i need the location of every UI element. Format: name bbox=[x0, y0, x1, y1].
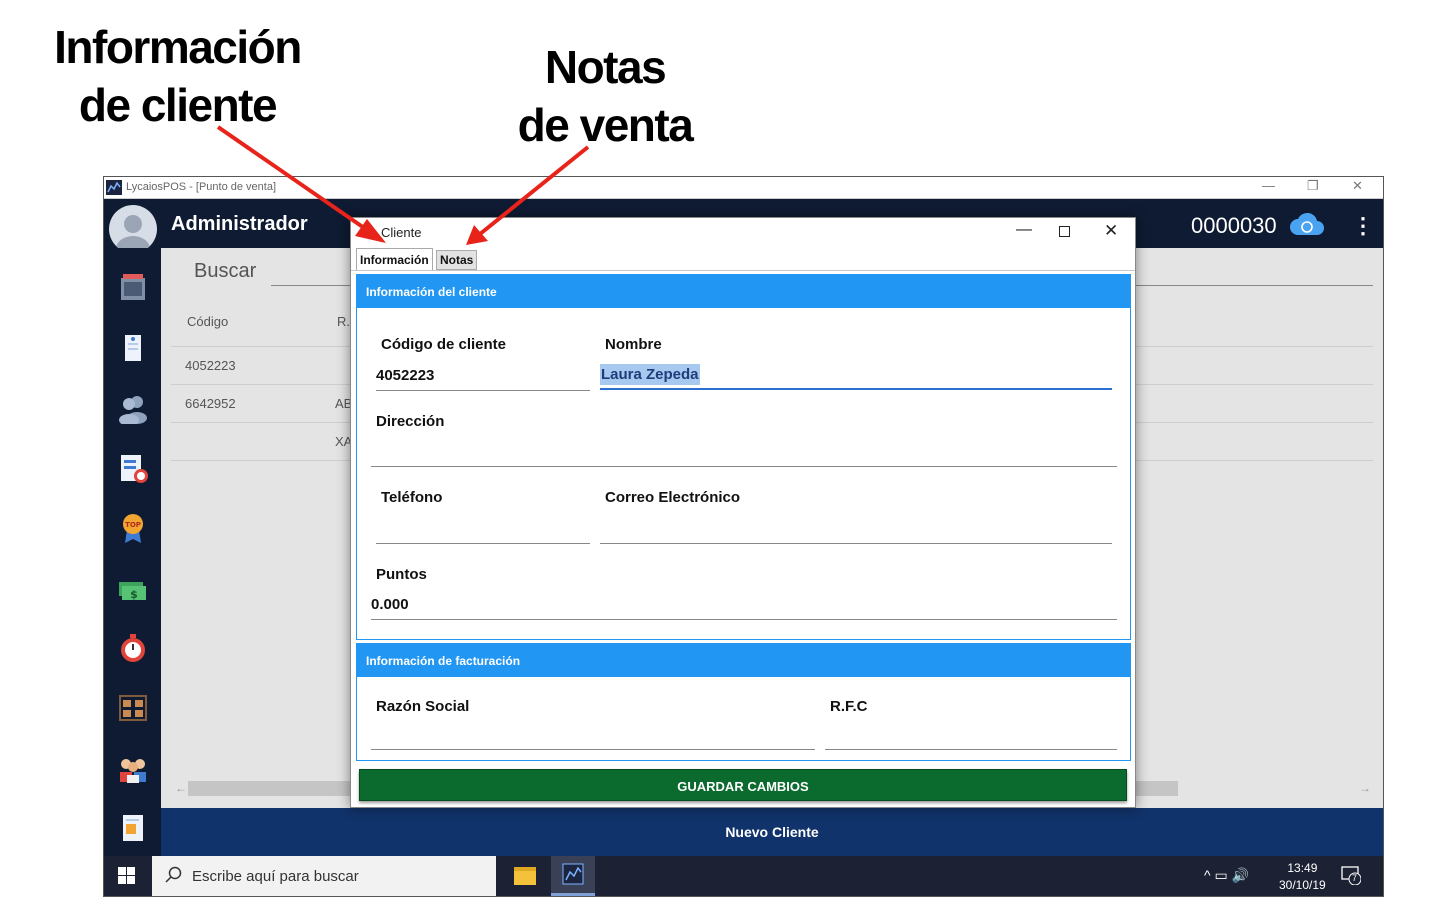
table-cell-codigo[interactable]: 6642952 bbox=[185, 396, 236, 411]
codigo-field[interactable]: 4052223 bbox=[376, 367, 434, 384]
table-cell-codigo[interactable]: 4052223 bbox=[185, 358, 236, 373]
file-explorer-icon[interactable] bbox=[514, 867, 536, 885]
annotation-sale-notes-line1: Notas bbox=[544, 41, 667, 93]
money-icon[interactable]: $ bbox=[117, 572, 149, 604]
nombre-label: Nombre bbox=[605, 336, 662, 353]
windows-taskbar: Escribe aquí para buscar ^ ▭ 🔊 13:49 30/… bbox=[104, 856, 1383, 896]
telefono-field-underline bbox=[376, 543, 590, 544]
users-icon[interactable] bbox=[117, 392, 149, 426]
warehouse-icon[interactable] bbox=[117, 692, 149, 724]
taskbar-clock[interactable]: 13:49 30/10/19 bbox=[1279, 860, 1326, 894]
annotation-sale-notes-line2: de venta bbox=[517, 99, 694, 151]
taskbar-search-placeholder: Escribe aquí para buscar bbox=[192, 868, 359, 885]
new-client-bar[interactable]: Nuevo Cliente bbox=[161, 808, 1383, 856]
tab-informacion[interactable]: Información bbox=[356, 248, 433, 271]
restore-icon[interactable]: ❐ bbox=[1307, 178, 1319, 194]
scroll-right-icon[interactable]: → bbox=[1359, 781, 1371, 795]
report-icon[interactable] bbox=[117, 452, 149, 484]
svg-text:TOP: TOP bbox=[125, 521, 141, 529]
column-header-rfc[interactable]: R. bbox=[337, 314, 350, 329]
search-icon bbox=[164, 866, 182, 889]
dialog-close-icon[interactable]: ✕ bbox=[1104, 221, 1118, 241]
system-tray-icons[interactable]: ^ ▭ 🔊 bbox=[1204, 867, 1249, 884]
tab-divider bbox=[351, 270, 1135, 271]
taskbar-time: 13:49 bbox=[1287, 861, 1318, 875]
direccion-label: Dirección bbox=[376, 413, 445, 430]
puntos-field[interactable]: 0.000 bbox=[371, 596, 409, 613]
billing-info-section: Información de facturación Razón Social … bbox=[356, 643, 1131, 761]
calculator-icon[interactable] bbox=[117, 272, 149, 304]
correo-field-underline bbox=[600, 543, 1112, 544]
new-client-button[interactable]: Nuevo Cliente bbox=[161, 824, 1383, 840]
search-label: Buscar bbox=[194, 260, 257, 282]
dialog-minimize-icon[interactable]: — bbox=[1016, 221, 1032, 239]
notepad-icon[interactable] bbox=[117, 332, 149, 364]
codigo-field-underline bbox=[376, 390, 590, 391]
taskbar-date: 30/10/19 bbox=[1279, 878, 1326, 892]
app-logo-icon bbox=[106, 180, 122, 195]
notifications-count: 7 bbox=[1352, 873, 1358, 883]
cloud-sync-icon[interactable] bbox=[1289, 211, 1325, 242]
more-menu-icon[interactable]: ⋮ bbox=[1352, 213, 1374, 239]
annotation-client-info-line2: de cliente bbox=[78, 79, 278, 131]
minimize-icon[interactable]: — bbox=[1262, 178, 1275, 193]
svg-text:$: $ bbox=[130, 588, 138, 601]
billing-info-section-header: Información de facturación bbox=[357, 644, 1130, 677]
annotation-client-info: Información de cliente bbox=[40, 18, 315, 134]
puntos-label: Puntos bbox=[376, 566, 427, 583]
team-icon[interactable] bbox=[117, 752, 149, 784]
column-header-codigo[interactable]: Código bbox=[187, 314, 228, 329]
razon-social-field-underline bbox=[371, 749, 815, 750]
stopwatch-icon[interactable] bbox=[117, 632, 149, 664]
window-title: LycaiosPOS - [Punto de venta] bbox=[126, 181, 277, 193]
direccion-field-underline bbox=[371, 466, 1117, 467]
annotation-client-info-line1: Información bbox=[54, 21, 302, 73]
dialog-title: Cliente bbox=[381, 225, 422, 240]
windows-start-icon[interactable] bbox=[118, 867, 135, 884]
document-icon[interactable] bbox=[117, 812, 149, 844]
save-changes-button[interactable]: GUARDAR CAMBIOS bbox=[359, 769, 1127, 801]
taskbar-search-box[interactable]: Escribe aquí para buscar bbox=[152, 856, 496, 896]
codigo-label: Código de cliente bbox=[381, 336, 507, 353]
rfc-field-underline bbox=[825, 749, 1117, 750]
client-dialog: Cliente — ✕ Información Notas Informació… bbox=[350, 217, 1136, 808]
sidebar: TOP $ bbox=[104, 248, 161, 856]
correo-label: Correo Electrónico bbox=[605, 489, 741, 506]
close-icon[interactable]: ✕ bbox=[1352, 178, 1363, 194]
avatar[interactable] bbox=[109, 205, 157, 253]
telefono-label: Teléfono bbox=[381, 489, 443, 506]
nombre-field[interactable]: Laura Zepeda bbox=[600, 364, 700, 385]
tab-notas[interactable]: Notas bbox=[436, 250, 478, 270]
dialog-maximize-icon[interactable] bbox=[1059, 226, 1070, 237]
annotation-sale-notes: Notas de venta bbox=[490, 38, 720, 154]
notifications-icon[interactable]: 7 bbox=[1341, 865, 1362, 886]
client-info-section-header: Información del cliente bbox=[357, 275, 1130, 308]
window-titlebar: LycaiosPOS - [Punto de venta] — ❐ ✕ bbox=[104, 177, 1383, 199]
folio-number: 0000030 bbox=[1191, 213, 1277, 238]
scroll-left-icon[interactable]: ← bbox=[175, 781, 187, 795]
user-name: Administrador bbox=[171, 213, 308, 235]
nombre-field-underline bbox=[600, 388, 1112, 390]
taskbar-lycaios-app[interactable] bbox=[551, 856, 595, 896]
top-badge-icon[interactable]: TOP bbox=[117, 512, 149, 544]
client-info-section: Información del cliente Código de client… bbox=[356, 274, 1131, 640]
rfc-label: R.F.C bbox=[830, 698, 868, 715]
puntos-field-underline bbox=[371, 619, 1117, 620]
razon-social-label: Razón Social bbox=[376, 698, 470, 715]
